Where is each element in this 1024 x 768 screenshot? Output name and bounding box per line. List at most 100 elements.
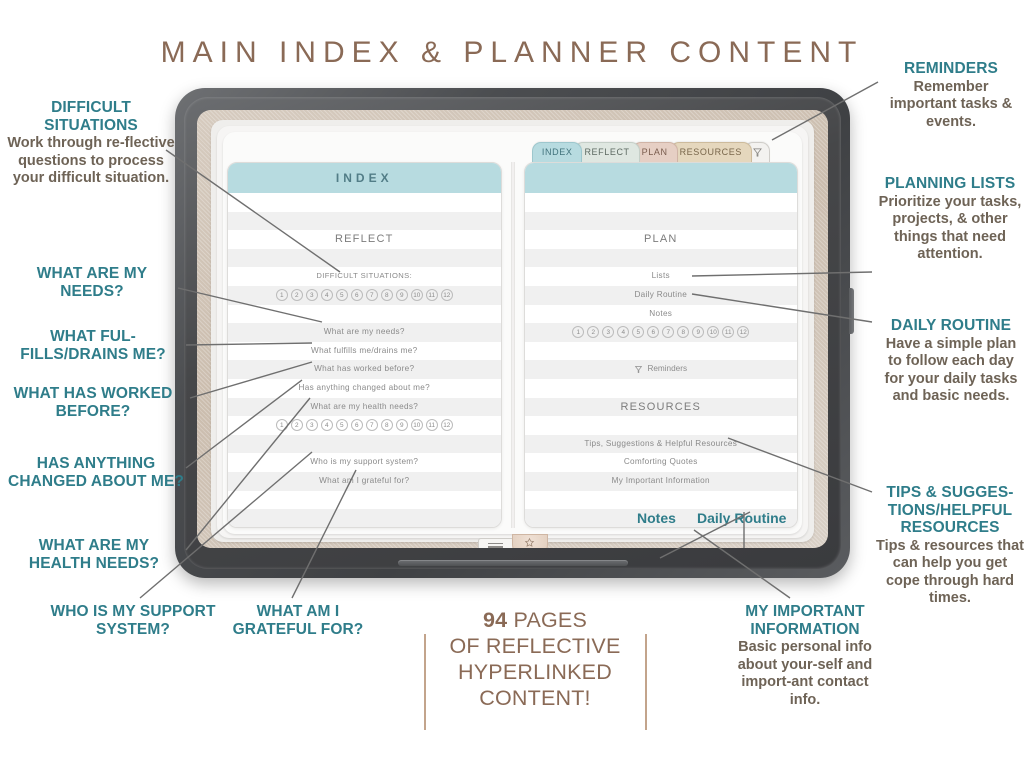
annotation-heading: WHAT FUL-FILLS/DRAINS ME?: [20, 328, 166, 363]
reminders-link[interactable]: Reminders: [524, 360, 797, 379]
number-link[interactable]: 8: [677, 326, 690, 339]
number-link[interactable]: 8: [380, 289, 393, 302]
annotation-heading: HAS ANYTHING CHANGED ABOUT ME?: [8, 455, 184, 490]
page-index-link[interactable]: What are my health needs?: [228, 397, 501, 417]
number-link-row[interactable]: 1 2 3 4 5 6 7 8 9 10 11 12: [228, 416, 501, 435]
page-blank-row: [228, 211, 501, 231]
number-link[interactable]: 2: [587, 326, 600, 339]
number-link[interactable]: 7: [662, 326, 675, 339]
annotation-heading: DAILY ROUTINE: [890, 317, 1012, 334]
page-index-link[interactable]: What am I grateful for?: [228, 471, 501, 491]
number-link[interactable]: 11: [722, 326, 735, 339]
number-link[interactable]: 5: [632, 326, 645, 339]
number-link[interactable]: 8: [380, 419, 393, 432]
right-page-header: [524, 163, 797, 193]
overlay-label-notes[interactable]: Notes: [637, 510, 676, 526]
page-index-link[interactable]: Comforting Quotes: [525, 453, 798, 472]
number-link-row[interactable]: 1 2 3 4 5 6 7 8 9 10 11 12: [524, 323, 797, 342]
annotation-tips-suggestions: TIPS & SUGGES-TIONS/HELPFUL RESOURCES Ti…: [876, 484, 1024, 608]
number-link[interactable]: 4: [320, 419, 333, 432]
number-link[interactable]: 1: [572, 326, 585, 339]
number-link[interactable]: 11: [425, 419, 438, 432]
overlay-label-daily-routine[interactable]: Daily Routine: [697, 510, 786, 526]
page-blank-row: [228, 434, 501, 454]
annotation-heading: DIFFICULT SITUATIONS: [44, 99, 138, 134]
number-link[interactable]: 12: [440, 419, 453, 432]
number-link[interactable]: 2: [290, 289, 303, 302]
left-page-header: INDEX: [228, 163, 501, 193]
number-link[interactable]: 7: [365, 419, 378, 432]
page-index-link[interactable]: What fulfills me/drains me?: [228, 342, 501, 361]
page-index-link[interactable]: My Important Information: [524, 471, 797, 491]
annotation-heading: WHAT AM I GRATEFUL FOR?: [232, 603, 364, 638]
page-blank-row: [228, 193, 501, 212]
number-link[interactable]: 5: [335, 289, 348, 302]
annotation-body: Have a simple plan to follow each day fo…: [884, 335, 1018, 405]
number-link[interactable]: 10: [410, 419, 423, 432]
page-index-link[interactable]: What are my needs?: [228, 323, 501, 342]
annotation-body: Work through re-flective questions to pr…: [7, 135, 175, 186]
annotation-heading: MY IMPORTANT INFORMATION: [745, 603, 865, 638]
number-link[interactable]: 3: [305, 419, 318, 432]
page-section-heading: REFLECT: [334, 233, 394, 246]
page-index-link[interactable]: Who is my support system?: [228, 453, 501, 472]
page-index-link[interactable]: Notes: [525, 305, 798, 324]
tab-resources[interactable]: RESOURCES: [669, 142, 752, 162]
tab-index[interactable]: INDEX: [531, 142, 583, 162]
tablet-side-button[interactable]: [849, 288, 854, 334]
page-index-link[interactable]: Tips, Suggestions & Helpful Resources: [524, 434, 797, 454]
number-link[interactable]: 3: [305, 289, 318, 302]
annotation-who-is-my-support-system: WHO IS MY SUPPORT SYSTEM?: [48, 603, 218, 639]
number-link[interactable]: 6: [350, 289, 363, 302]
number-link[interactable]: 6: [647, 326, 660, 339]
annotation-my-important-information: MY IMPORTANT INFORMATION Basic personal …: [727, 603, 883, 709]
number-link[interactable]: 1: [275, 289, 288, 302]
number-link[interactable]: 12: [737, 326, 750, 339]
annotation-what-am-i-grateful-for: WHAT AM I GRATEFUL FOR?: [222, 603, 374, 639]
planner-spine: [510, 162, 515, 528]
number-link[interactable]: 3: [602, 326, 615, 339]
number-link[interactable]: 11: [425, 289, 438, 302]
number-link[interactable]: 10: [707, 326, 720, 339]
number-link[interactable]: 6: [350, 419, 363, 432]
annotation-what-fulfills-drains-me: WHAT FUL-FILLS/DRAINS ME?: [4, 328, 182, 364]
page-index-link[interactable]: Has anything changed about me?: [228, 379, 501, 398]
number-link[interactable]: 5: [335, 419, 348, 432]
annotation-planning-lists: PLANNING LISTS Prioritize your tasks, pr…: [876, 175, 1024, 264]
annotation-body: Remember important tasks & events.: [889, 78, 1013, 130]
page-index-link[interactable]: What has worked before?: [228, 360, 501, 379]
pages-callout-line3: HYPERLINKED: [458, 660, 612, 684]
annotation-what-are-my-needs: WHAT ARE MY NEEDS?: [8, 265, 176, 301]
number-link[interactable]: 12: [440, 289, 453, 302]
annotation-has-anything-changed: HAS ANYTHING CHANGED ABOUT ME?: [8, 455, 184, 491]
page-blank-row: [228, 305, 501, 324]
poster-stage: MAIN INDEX & PLANNER CONTENT INDEX REFLE…: [0, 0, 1024, 768]
bookmark-star-icon[interactable]: [511, 534, 548, 548]
planner-left-page: INDEX REFLECT DIFFICULT SITUATIONS: 1 2 3 4 5…: [227, 162, 502, 528]
menu-icon[interactable]: [477, 537, 514, 548]
number-link[interactable]: 2: [290, 419, 303, 432]
page-index-link[interactable]: Daily Routine: [524, 285, 797, 305]
annotation-heading: TIPS & SUGGES-TIONS/HELPFUL RESOURCES: [886, 484, 1014, 536]
page-blank-row: [524, 211, 797, 231]
number-link[interactable]: 9: [395, 419, 408, 432]
number-link[interactable]: 1: [275, 419, 288, 432]
number-link[interactable]: 9: [395, 289, 408, 302]
number-link[interactable]: 4: [617, 326, 630, 339]
left-page-rows: REFLECT DIFFICULT SITUATIONS: 1 2 3 4 5 6 7 8 9 10…: [228, 193, 501, 527]
tab-reflect[interactable]: REFLECT: [574, 142, 640, 162]
number-link[interactable]: 10: [410, 289, 423, 302]
page-index-link[interactable]: Lists: [525, 267, 798, 286]
number-link-row[interactable]: 1 2 3 4 5 6 7 8 9 10 11 12: [228, 285, 501, 305]
planner-spread: INDEX REFLECT DIFFICULT SITUATIONS: 1 2 3 4 5…: [227, 162, 798, 528]
page-blank-row: [525, 491, 798, 510]
annotation-body: Prioritize your tasks, projects, & other…: [878, 193, 1022, 263]
pages-callout: 94 PAGES OF REFLECTIVE HYPERLINKED CONTE…: [424, 607, 646, 711]
pages-callout-line2: OF REFLECTIVE: [449, 634, 621, 658]
number-link[interactable]: 4: [320, 289, 333, 302]
number-link[interactable]: 7: [365, 289, 378, 302]
number-link[interactable]: 9: [692, 326, 705, 339]
page-blank-row: [525, 193, 798, 212]
page-blank-row: [524, 248, 797, 268]
annotation-body: Tips & resources that can help you get c…: [876, 537, 1024, 607]
